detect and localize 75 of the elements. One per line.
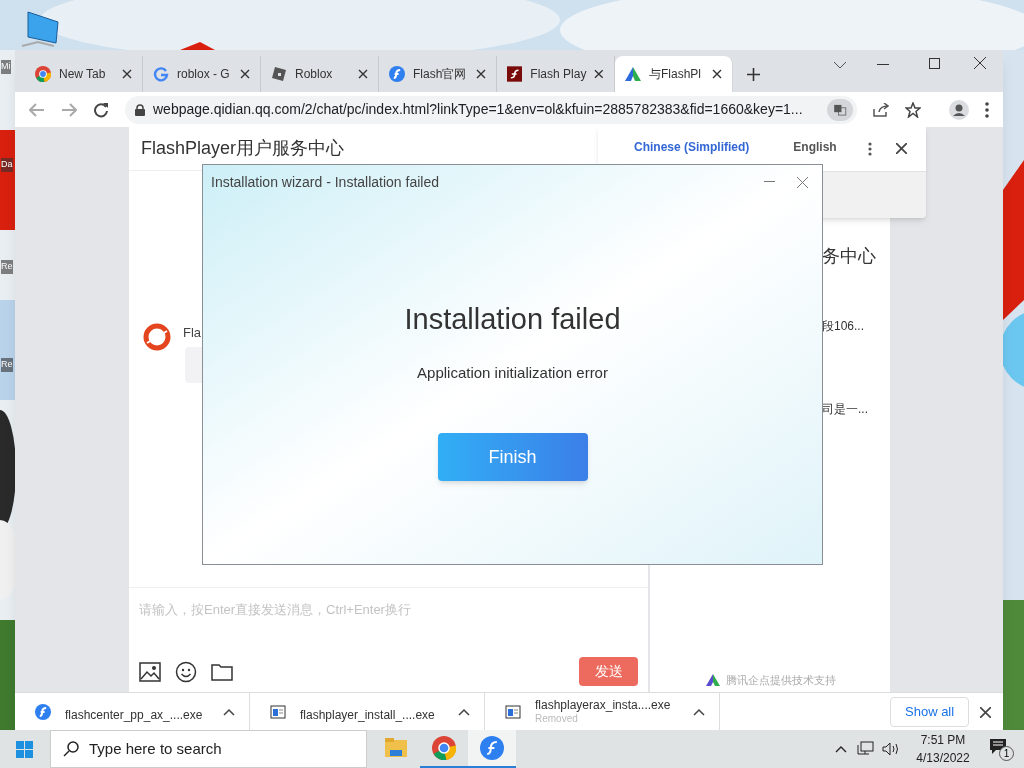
avatar-icon (143, 323, 171, 351)
caret-up-icon[interactable] (693, 707, 705, 716)
window-icon (505, 703, 521, 720)
caret-up-icon[interactable] (458, 707, 470, 716)
search-icon (63, 741, 79, 757)
star-icon[interactable] (905, 101, 921, 118)
dialog-message: Application initialization error (417, 362, 608, 383)
folder-icon[interactable] (211, 662, 233, 681)
reload-icon[interactable] (93, 101, 109, 118)
search-box[interactable]: Type here to search (50, 730, 367, 768)
close-icon[interactable] (594, 69, 604, 79)
close-icon[interactable] (240, 69, 250, 79)
minimize-icon[interactable] (877, 64, 889, 66)
notification-button[interactable]: 1 (990, 737, 1014, 761)
window-icon (270, 703, 286, 720)
minimize-icon[interactable] (764, 181, 775, 183)
chat-title: FlashPlayer用户服务中心 (141, 137, 345, 160)
more-icon[interactable] (985, 101, 989, 118)
close-icon[interactable] (358, 69, 368, 79)
show-all-button[interactable]: Show all (890, 697, 970, 727)
dialog-title: Installation wizard - Installation failed (211, 172, 440, 192)
caret-up-icon[interactable] (223, 707, 235, 716)
side-text: 段106... (822, 318, 865, 335)
browser-tab[interactable]: 与FlashPl (615, 56, 733, 92)
close-icon[interactable] (122, 69, 132, 79)
side-text: 司是一... (822, 401, 868, 418)
file-name: flashplayer_install_....exe (300, 707, 436, 722)
file-name: flashplayerax_insta....exe (535, 697, 672, 712)
sender-name: Fla (183, 324, 202, 342)
search-placeholder: Type here to search (89, 738, 222, 759)
translate-icon[interactable] (827, 98, 853, 121)
icon-label: Mi (1, 60, 11, 74)
close-icon[interactable] (712, 69, 722, 79)
share-icon[interactable] (873, 102, 889, 117)
lock-icon (135, 103, 145, 116)
chrome-icon (432, 736, 456, 760)
chevron-down-icon[interactable] (833, 60, 847, 70)
new-tab-icon[interactable] (747, 68, 760, 81)
file-name: flashcenter_pp_ax_....exe (65, 707, 204, 722)
side-heading: 务中心 (822, 245, 876, 268)
address-bar[interactable]: webpage.qidian.qq.com/2/chat/pc/index.html?linkType=1&env=ol&kfuin=2885782383&fid=1660&key=1... (125, 95, 857, 124)
notification-count: 1 (999, 746, 1014, 761)
close-icon[interactable] (974, 57, 986, 69)
footer-text: 腾讯企点提供技术支持 (726, 672, 836, 688)
chrome-icon (35, 66, 51, 82)
download-status: Removed (535, 712, 579, 726)
close-icon[interactable] (980, 707, 991, 718)
flash-icon (389, 66, 405, 82)
icon-label: Re (1, 260, 13, 274)
url-text: webpage.qidian.qq.com/2/chat/pc/index.html?linkType=1&env=ol&kfuin=2885782383&fid=1660&key=1... (153, 100, 804, 119)
network-icon[interactable] (857, 741, 874, 757)
close-icon[interactable] (476, 69, 486, 79)
roblox-icon (271, 66, 287, 82)
caret-up-icon[interactable] (835, 745, 847, 753)
windows-icon[interactable] (16, 740, 33, 758)
flash-icon (35, 703, 51, 720)
clock-date[interactable]: 4/13/2022 (916, 749, 970, 767)
logo-icon (625, 66, 641, 82)
folder-icon (384, 736, 408, 760)
more-icon[interactable] (868, 142, 872, 156)
logo-icon (706, 673, 720, 686)
volume-icon[interactable] (882, 742, 900, 756)
clock-time[interactable]: 7:51 PM (920, 731, 966, 749)
emoji-icon[interactable] (175, 660, 197, 683)
profile-icon[interactable] (949, 99, 969, 120)
maximize-icon[interactable] (929, 58, 940, 69)
flash-icon (507, 66, 523, 82)
image-icon[interactable] (139, 661, 161, 682)
google-icon (153, 66, 169, 82)
dialog-heading: Installation failed (404, 302, 621, 337)
icon-label: Da (1, 158, 13, 172)
close-icon[interactable] (896, 143, 907, 154)
icon-label: Re (1, 358, 13, 372)
flash-icon (480, 736, 504, 760)
taskbar-app[interactable] (468, 730, 516, 768)
